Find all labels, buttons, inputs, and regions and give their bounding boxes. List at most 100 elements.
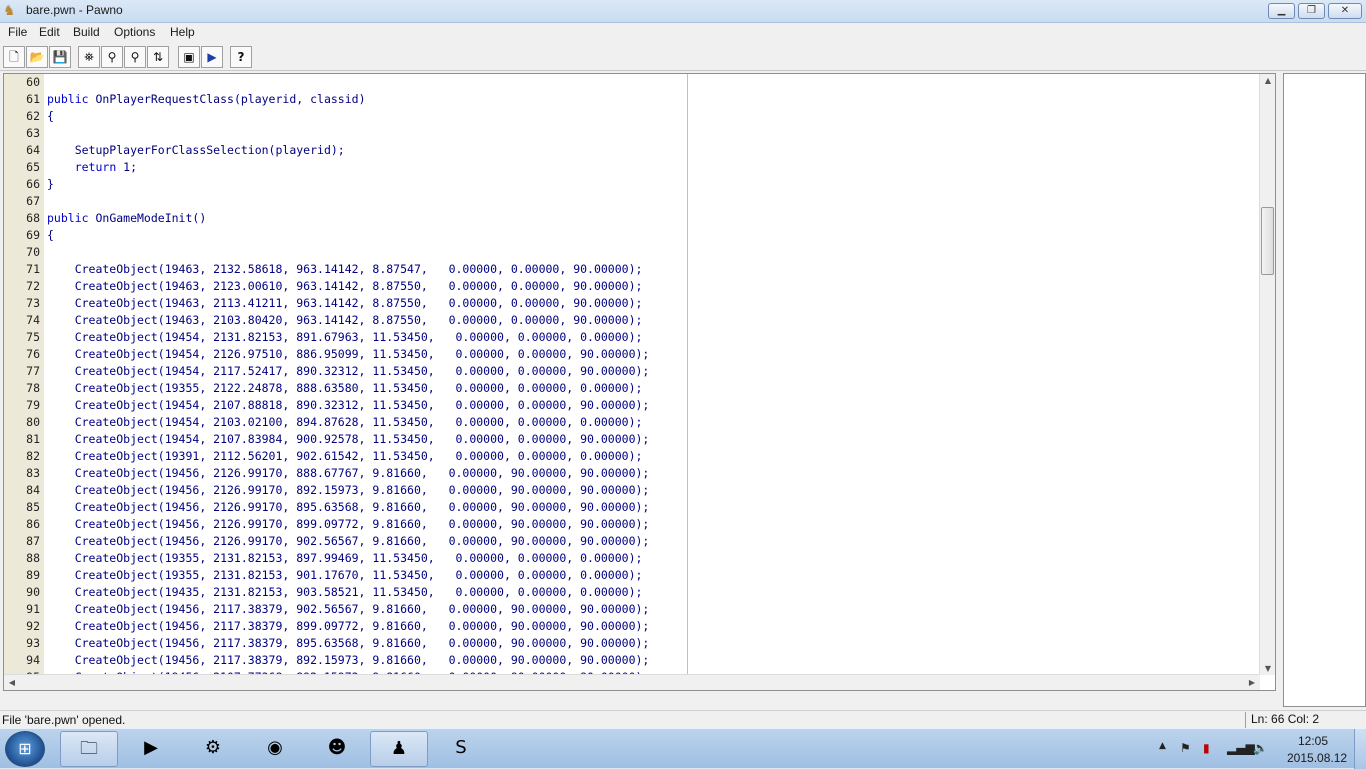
help-button[interactable]: ? <box>230 46 252 68</box>
code-line[interactable]: 87 CreateObject(19456, 2126.99170, 902.5… <box>4 533 1260 550</box>
vertical-scrollbar[interactable]: ▲ ▼ <box>1259 74 1275 675</box>
compile-button[interactable]: ▣ <box>178 46 200 68</box>
code-text: CreateObject(19454, 2107.83984, 900.9257… <box>47 432 650 446</box>
find-button[interactable]: ⛯ <box>78 46 100 68</box>
code-line[interactable]: 64 SetupPlayerForClassSelection(playerid… <box>4 142 1260 159</box>
function-list-panel[interactable] <box>1283 73 1366 707</box>
menu-options[interactable]: Options <box>114 25 155 39</box>
code-line[interactable]: 66} <box>4 176 1260 193</box>
goto-line-button[interactable]: ⇅ <box>147 46 169 68</box>
pawno-window: ♞ bare.pwn - Pawno ▁ ❐ ✕ File Edit Build… <box>0 0 1366 728</box>
line-number: 89 <box>26 568 40 582</box>
clock-time[interactable]: 12:05 <box>1298 734 1328 748</box>
minimize-button[interactable]: ▁ <box>1268 3 1295 19</box>
taskbar-item[interactable]: ♟ <box>370 731 428 767</box>
code-text: CreateObject(19456, 2117.38379, 902.5656… <box>47 602 650 616</box>
code-line[interactable]: 67 <box>4 193 1260 210</box>
code-line[interactable]: 79 CreateObject(19454, 2107.88818, 890.3… <box>4 397 1260 414</box>
code-line[interactable]: 68 public OnGameModeInit() <box>4 210 1260 227</box>
line-number: 73 <box>26 296 40 310</box>
replace-button[interactable]: ⚲ <box>124 46 146 68</box>
taskbar-item[interactable]: ◉ <box>246 731 304 767</box>
code-line[interactable]: 84 CreateObject(19456, 2126.99170, 892.1… <box>4 482 1260 499</box>
explorer-icon: 🗀 <box>80 738 98 759</box>
show-desktop-button[interactable] <box>1354 729 1366 769</box>
code-line[interactable]: 76 CreateObject(19454, 2126.97510, 886.9… <box>4 346 1260 363</box>
code-editor[interactable]: 60 61 public OnPlayerRequestClass(playerid… <box>3 73 1276 691</box>
open-file-button[interactable]: 📂 <box>26 46 48 68</box>
code-line[interactable]: 73 CreateObject(19463, 2113.41211, 963.1… <box>4 295 1260 312</box>
status-message: File 'bare.pwn' opened. <box>2 713 126 727</box>
start-button[interactable]: ⊞ <box>5 731 45 767</box>
line-number: 92 <box>26 619 40 633</box>
code-line[interactable]: 89 CreateObject(19355, 2131.82153, 901.1… <box>4 567 1260 584</box>
code-line[interactable]: 85 CreateObject(19456, 2126.99170, 895.6… <box>4 499 1260 516</box>
new-file-button[interactable]: 🗋 <box>3 46 25 68</box>
maximize-button[interactable]: ❐ <box>1298 3 1325 19</box>
gta-sa-icon: ☻ <box>327 737 347 758</box>
code-line[interactable]: 88 CreateObject(19355, 2131.82153, 897.9… <box>4 550 1260 567</box>
menu-build[interactable]: Build <box>73 25 100 39</box>
code-line[interactable]: 60 <box>4 74 1260 91</box>
code-line[interactable]: 78 CreateObject(19355, 2122.24878, 888.6… <box>4 380 1260 397</box>
code-line[interactable]: 72 CreateObject(19463, 2123.00610, 963.1… <box>4 278 1260 295</box>
code-line[interactable]: 63 <box>4 125 1260 142</box>
code-text: SetupPlayerForClassSelection(playerid); <box>47 143 345 157</box>
code-lines: 60 61 public OnPlayerRequestClass(playerid… <box>4 74 1260 686</box>
code-line[interactable]: 82 CreateObject(19391, 2112.56201, 902.6… <box>4 448 1260 465</box>
scroll-left-icon[interactable]: ◀ <box>4 678 20 687</box>
menu-help[interactable]: Help <box>170 25 195 39</box>
line-number: 72 <box>26 279 40 293</box>
code-text: CreateObject(19355, 2131.82153, 901.1767… <box>47 568 643 582</box>
line-number: 80 <box>26 415 40 429</box>
code-line[interactable]: 83 CreateObject(19456, 2126.99170, 888.6… <box>4 465 1260 482</box>
save-button[interactable]: 💾 <box>49 46 71 68</box>
menu-file[interactable]: File <box>8 25 27 39</box>
code-line[interactable]: 92 CreateObject(19456, 2117.38379, 899.0… <box>4 618 1260 635</box>
code-text: public OnGameModeInit() <box>47 211 207 225</box>
code-line[interactable]: 65 return 1; <box>4 159 1260 176</box>
scroll-down-icon[interactable]: ▼ <box>1260 664 1275 673</box>
taskbar-item[interactable]: ⚙ <box>184 731 242 767</box>
line-number: 90 <box>26 585 40 599</box>
line-number: 64 <box>26 143 40 157</box>
code-line[interactable]: 93 CreateObject(19456, 2117.38379, 895.6… <box>4 635 1260 652</box>
taskbar-item[interactable]: 🗀 <box>60 731 118 767</box>
action-center-flag-icon[interactable]: ⚑ <box>1180 741 1191 755</box>
code-line[interactable]: 90 CreateObject(19435, 2131.82153, 903.5… <box>4 584 1260 601</box>
clock-date[interactable]: 2015.08.12 <box>1287 751 1347 765</box>
code-text: public OnPlayerRequestClass(playerid, cl… <box>47 92 366 106</box>
scroll-right-icon[interactable]: ▶ <box>1244 678 1260 687</box>
code-line[interactable]: 62 { <box>4 108 1260 125</box>
taskbar-item[interactable]: ▶ <box>122 731 180 767</box>
code-line[interactable]: 74 CreateObject(19463, 2103.80420, 963.1… <box>4 312 1260 329</box>
run-button[interactable]: ▶ <box>201 46 223 68</box>
scroll-up-icon[interactable]: ▲ <box>1260 76 1275 85</box>
code-line[interactable]: 69 { <box>4 227 1260 244</box>
pawn-icon[interactable]: ♞ <box>3 3 19 19</box>
find-next-button[interactable]: ⚲ <box>101 46 123 68</box>
code-line[interactable]: 71 CreateObject(19463, 2132.58618, 963.1… <box>4 261 1260 278</box>
code-line[interactable]: 70 <box>4 244 1260 261</box>
network-icon[interactable]: ▂▄▆ <box>1227 741 1255 755</box>
code-line[interactable]: 75 CreateObject(19454, 2131.82153, 891.6… <box>4 329 1260 346</box>
battery-icon[interactable]: ▮ <box>1203 741 1210 755</box>
code-line[interactable]: 91 CreateObject(19456, 2117.38379, 902.5… <box>4 601 1260 618</box>
show-hidden-icons-icon[interactable]: ▲ <box>1159 741 1166 751</box>
code-text: CreateObject(19435, 2131.82153, 903.5852… <box>47 585 643 599</box>
volume-icon[interactable]: 🔈 <box>1253 741 1268 755</box>
code-line[interactable]: 81 CreateObject(19454, 2107.83984, 900.9… <box>4 431 1260 448</box>
taskbar-item[interactable]: ☻ <box>308 731 366 767</box>
line-number: 86 <box>26 517 40 531</box>
vertical-scroll-thumb[interactable] <box>1261 207 1274 275</box>
code-line[interactable]: 77 CreateObject(19454, 2117.52417, 890.3… <box>4 363 1260 380</box>
horizontal-scrollbar[interactable]: ◀ ▶ <box>4 674 1260 690</box>
menu-edit[interactable]: Edit <box>39 25 60 39</box>
code-line[interactable]: 80 CreateObject(19454, 2103.02100, 894.8… <box>4 414 1260 431</box>
code-line[interactable]: 94 CreateObject(19456, 2117.38379, 892.1… <box>4 652 1260 669</box>
line-number: 77 <box>26 364 40 378</box>
close-button[interactable]: ✕ <box>1328 3 1362 19</box>
code-line[interactable]: 61 public OnPlayerRequestClass(playerid, … <box>4 91 1260 108</box>
taskbar-item[interactable]: S <box>432 731 490 767</box>
code-line[interactable]: 86 CreateObject(19456, 2126.99170, 899.0… <box>4 516 1260 533</box>
